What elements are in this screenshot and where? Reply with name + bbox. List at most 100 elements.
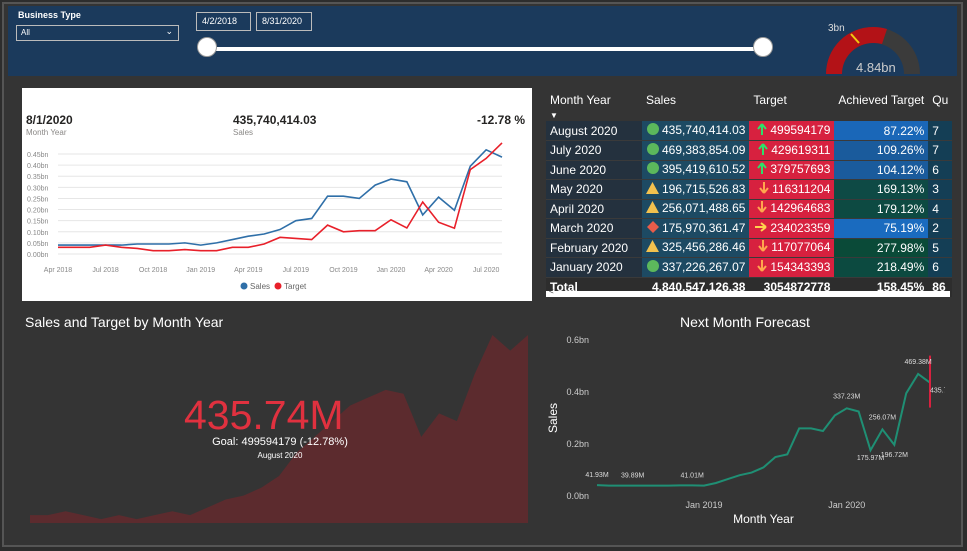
row-achieved: 87.22%: [834, 121, 929, 141]
arrow-down-icon: [757, 259, 768, 275]
start-date-input[interactable]: 4/2/2018: [196, 12, 251, 31]
row-achieved: 218.49%: [834, 257, 929, 278]
table-row[interactable]: May 2020 196,715,526.83 116311204 169.13% 3: [546, 179, 953, 200]
y-tick-label: 0.30bn: [27, 185, 49, 192]
forecast-line: [596, 372, 931, 487]
y-tick-label: 0.25bn: [27, 196, 49, 203]
row-quantity: 7: [928, 121, 953, 141]
row-target: 117077064: [749, 238, 835, 258]
x-tick-label: Jan 2020: [377, 267, 406, 274]
arrow-down-icon: [759, 181, 769, 197]
row-achieved: 179.12%: [834, 199, 929, 219]
filter-bar: Business Type All ⌄ 4/2/2018 8/31/2020 3…: [8, 6, 957, 76]
row-sales: 435,740,414.03: [642, 121, 750, 141]
x-tick-label: Oct 2019: [329, 267, 358, 274]
arrow-right-icon: [755, 221, 767, 236]
row-sales: 395,419,610.52: [642, 160, 750, 180]
slider-start-handle[interactable]: [197, 37, 217, 57]
business-type-dropdown[interactable]: All ⌄: [16, 25, 179, 41]
arrow-down-icon: [757, 201, 768, 216]
date-range-slider[interactable]: [204, 47, 764, 51]
x-tick-label: Jul 2019: [283, 267, 310, 274]
x-tick-label: Apr 2020: [424, 267, 453, 274]
row-quantity: 4: [928, 199, 953, 219]
col-header-month[interactable]: Month Year ▼: [546, 88, 642, 121]
arrow-up-icon: [757, 162, 768, 177]
y-tick-label: 0.05bn: [27, 241, 49, 248]
y-tick-label: 0.15bn: [27, 219, 49, 226]
data-label: 196.72M: [881, 452, 908, 459]
sort-desc-icon: ▼: [550, 111, 558, 120]
row-month: February 2020: [546, 238, 642, 258]
row-target: 499594179: [749, 121, 835, 141]
col-header-target[interactable]: Target: [749, 88, 834, 121]
kpi-trend-card[interactable]: 8/1/2020 Month Year 435,740,414.03 Sales…: [22, 88, 532, 301]
status-yellow-triangle-icon: [646, 240, 659, 255]
table-row[interactable]: January 2020 337,226,267.07 154343393 218.4…: [546, 257, 953, 278]
table-row[interactable]: March 2020 175,970,361.47 234023359 75.19% 2: [546, 218, 953, 239]
col-header-achieved[interactable]: Achieved Target: [834, 88, 928, 121]
row-month: August 2020: [546, 121, 642, 141]
legend-marker: [274, 282, 282, 290]
table-row[interactable]: August 2020 435,740,414.03 499594179 87.22%…: [546, 121, 953, 141]
sales-target-line-chart: 0.00bn 0.05bn 0.10bn 0.15bn 0.20bn 0.25bn 0.30…: [27, 142, 503, 291]
row-quantity: 2: [928, 218, 953, 239]
slider-end-handle[interactable]: [753, 37, 773, 57]
col-header-sales[interactable]: Sales: [642, 88, 749, 121]
sales-goal-date: August 2020: [257, 451, 303, 460]
row-target: 154343393: [749, 257, 835, 278]
status-green-circle-icon: [647, 123, 659, 138]
col-header-quantity[interactable]: Qu: [928, 88, 952, 121]
row-quantity: 6: [928, 160, 953, 180]
x-tick-label: Apr 2018: [44, 267, 73, 274]
row-achieved: 277.98%: [834, 238, 929, 258]
sales-matrix[interactable]: Month Year ▼ Sales Target Achieved Target…: [546, 88, 958, 300]
row-quantity: 5: [928, 238, 953, 258]
row-quantity: 7: [928, 140, 953, 161]
row-target: 116311204: [749, 179, 835, 200]
sales-gauge: 3bn 4.84bn: [826, 23, 920, 74]
row-quantity: 6: [928, 257, 953, 278]
y-axis-title: Sales: [546, 403, 560, 433]
y-tick-label: 0.0bn: [566, 491, 589, 501]
sales-kpi-value: 435.74M: [184, 392, 344, 438]
row-month: July 2020: [546, 140, 642, 161]
y-tick-label: 0.00bn: [27, 252, 49, 259]
status-green-circle-icon: [647, 142, 659, 158]
row-achieved: 169.13%: [834, 179, 929, 200]
row-target: 234023359: [749, 218, 835, 239]
y-tick-label: 0.35bn: [27, 174, 49, 181]
row-sales: 325,456,286.46: [642, 238, 750, 258]
row-target: 142964683: [749, 199, 835, 219]
chevron-down-icon: ⌄: [165, 26, 173, 36]
row-month: March 2020: [546, 218, 642, 239]
legend-label: Target: [284, 282, 307, 291]
arrow-down-icon: [758, 240, 769, 255]
row-month: June 2020: [546, 160, 642, 180]
x-tick-label: Apr 2019: [234, 267, 263, 274]
table-row[interactable]: February 2020 325,456,286.46 117077064 277.…: [546, 238, 953, 258]
legend-label: Sales: [250, 282, 270, 291]
x-axis-title: Month Year: [733, 512, 794, 526]
status-yellow-triangle-icon: [646, 181, 659, 197]
x-tick-label: Jul 2020: [473, 267, 500, 274]
x-tick-label: Jan 2019: [686, 500, 723, 510]
table-row[interactable]: June 2020 395,419,610.52 379757693 104.12% 6: [546, 160, 953, 180]
table-row[interactable]: April 2020 256,071,488.65 142964683 179.12%…: [546, 199, 953, 219]
gauge-value: 4.84bn: [856, 60, 896, 74]
end-date-input[interactable]: 8/31/2020: [256, 12, 312, 31]
y-tick-label: 0.45bn: [27, 152, 49, 159]
row-target: 429619311: [749, 140, 835, 161]
table-row[interactable]: July 2020 469,383,854.09 429619311 109.26% 7: [546, 140, 953, 161]
business-type-value: All: [21, 28, 30, 37]
scroll-left-icon[interactable]: <: [549, 287, 554, 296]
status-yellow-triangle-icon: [646, 201, 659, 216]
row-sales: 256,071,488.65: [642, 199, 750, 219]
horizontal-scrollbar[interactable]: <: [546, 287, 950, 297]
y-tick-label: 0.2bn: [566, 439, 589, 449]
y-tick-label: 0.40bn: [27, 163, 49, 170]
row-achieved: 75.19%: [834, 218, 929, 239]
data-label: 337.23M: [833, 393, 860, 400]
row-month: April 2020: [546, 199, 642, 219]
gauge-max-label: 3bn: [828, 23, 845, 34]
